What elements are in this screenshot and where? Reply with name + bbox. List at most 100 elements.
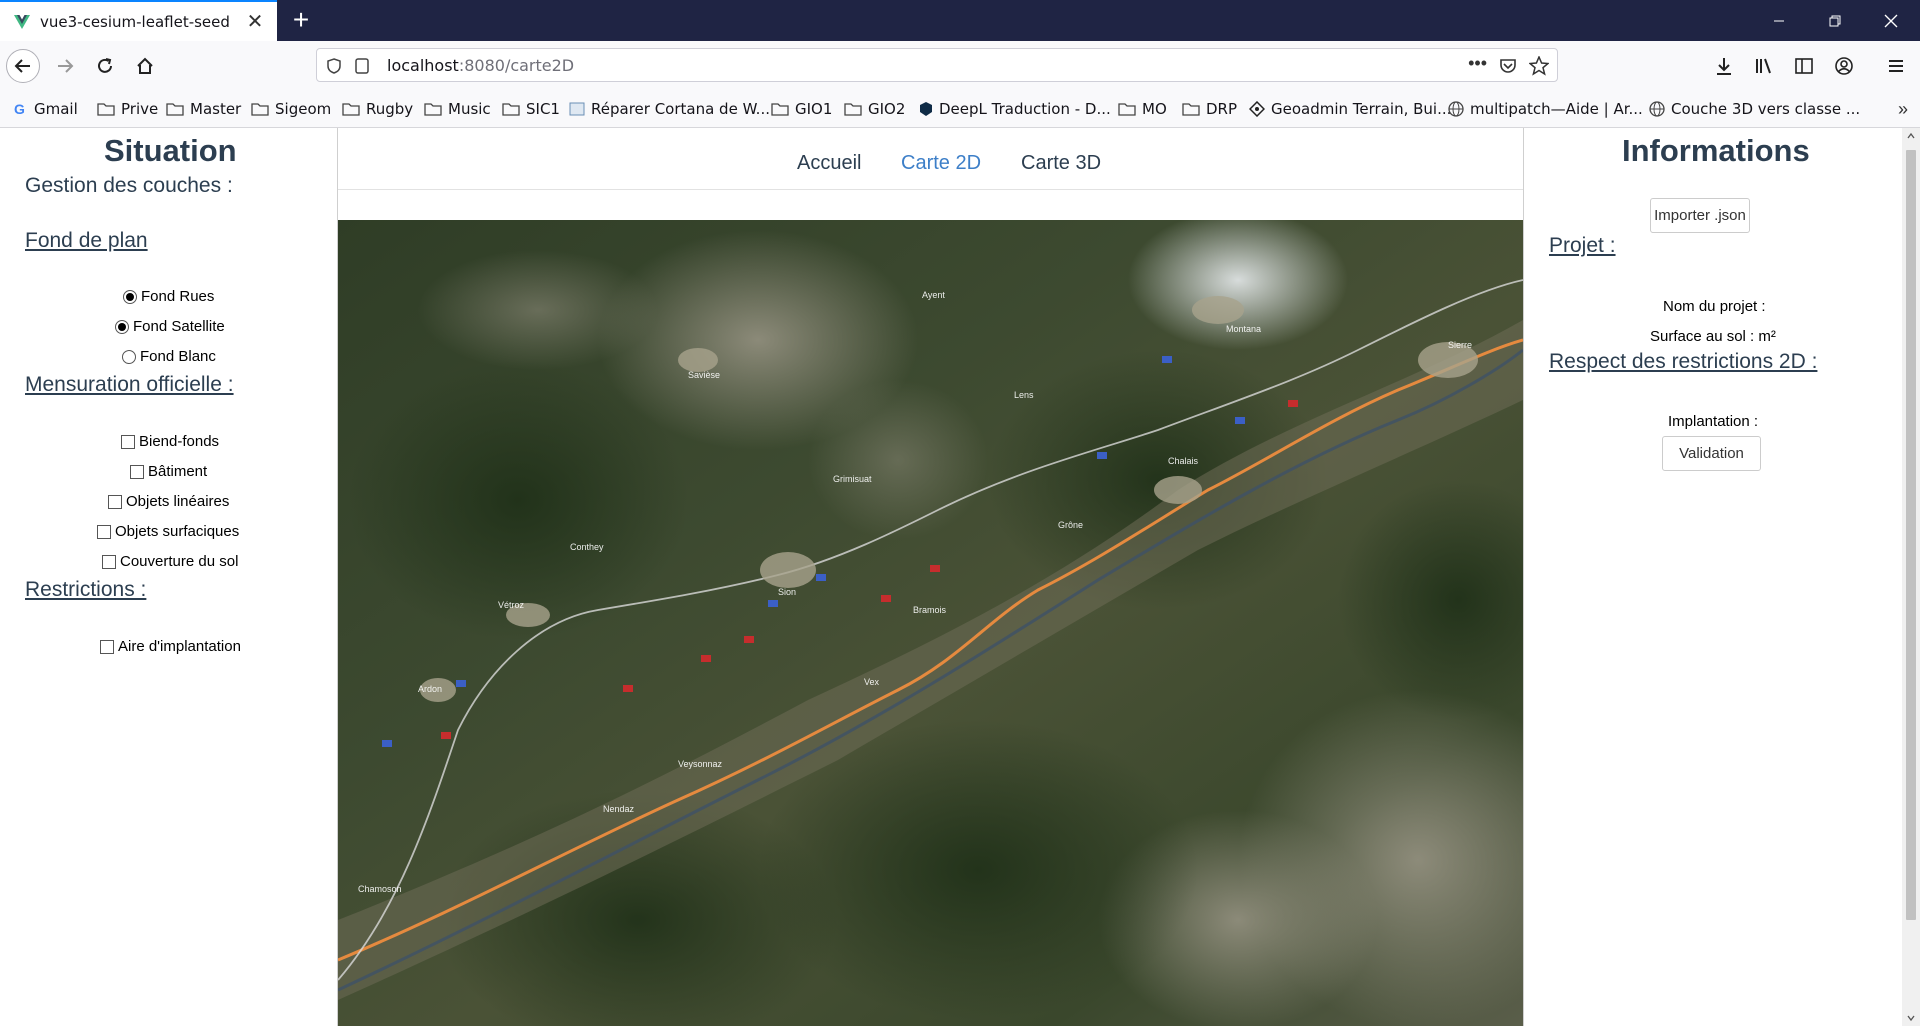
menu-icon[interactable] — [1886, 56, 1906, 76]
folder-icon — [1182, 102, 1200, 116]
close-window-icon[interactable] — [1863, 0, 1919, 41]
bookmark-item[interactable]: Master — [166, 90, 241, 128]
reload-icon — [98, 58, 112, 73]
new-tab-button[interactable]: + — [286, 6, 316, 36]
app-page: Situation Gestion des couches : Fond de … — [0, 128, 1920, 1026]
layer-checkbox-objets-lineaires[interactable] — [108, 494, 122, 509]
scrollbar-thumb[interactable] — [1906, 150, 1916, 920]
import-json-button[interactable]: Importer .json — [1650, 198, 1750, 233]
svg-text:G: G — [14, 102, 25, 116]
forward-button[interactable] — [48, 49, 82, 83]
bookmark-item[interactable]: GIO2 — [844, 90, 905, 128]
layer-checkbox-biens-fonds[interactable] — [121, 434, 135, 449]
layer-batiment[interactable]: Bâtiment — [130, 463, 207, 480]
validation-button[interactable]: Validation — [1662, 436, 1761, 471]
layer-checkbox-objets-surfaciques[interactable] — [97, 524, 111, 539]
sidebar-icon[interactable] — [1794, 56, 1814, 76]
layer-biens-fonds[interactable]: Biend-fonds — [121, 433, 219, 450]
layer-label-aire-implantation: Aire d'implantation — [118, 638, 241, 655]
library-icon[interactable] — [1754, 56, 1774, 76]
bookmark-item[interactable]: G Gmail — [14, 90, 78, 128]
basemap-radio-blanc[interactable] — [122, 349, 136, 364]
arrow-left-icon — [14, 59, 30, 73]
satellite-map[interactable]: Sion Vétroz Ardon Grimisuat Grône Chalai… — [338, 220, 1523, 1026]
browser-tab[interactable]: vue3-cesium-leaflet-seed ✕ — [0, 0, 277, 41]
scroll-up-icon[interactable] — [1907, 132, 1915, 140]
bookmark-item[interactable]: Sigeom — [251, 90, 331, 128]
vue-logo-icon — [14, 14, 30, 29]
informations-title: Informations — [1622, 133, 1810, 168]
layer-label-batiment: Bâtiment — [148, 463, 208, 480]
folder-icon — [166, 102, 184, 116]
download-icon[interactable] — [1714, 56, 1734, 76]
minimize-icon[interactable] — [1751, 0, 1807, 41]
bookmark-label: MO — [1142, 100, 1167, 118]
layer-checkbox-batiment[interactable] — [130, 464, 144, 479]
folder-icon — [844, 102, 862, 116]
bookmark-item[interactable]: Réparer Cortana de W... — [569, 90, 770, 128]
restrictions-2d-heading: Respect des restrictions 2D : — [1549, 350, 1818, 373]
satellite-map-image[interactable]: Sion Vétroz Ardon Grimisuat Grône Chalai… — [338, 220, 1523, 1026]
layers-subtitle: Gestion des couches : — [25, 174, 233, 197]
bookmark-item[interactable]: Music — [424, 90, 491, 128]
layer-checkbox-couverture-sol[interactable] — [102, 554, 116, 569]
back-button[interactable] — [6, 49, 40, 83]
star-icon[interactable] — [1529, 56, 1549, 76]
situation-title: Situation — [104, 133, 237, 168]
nav-link-accueil[interactable]: Accueil — [797, 152, 861, 175]
layer-label-objets-lineaires: Objets linéaires — [126, 493, 230, 510]
bookmark-label: DeepL Traduction - D... — [939, 100, 1111, 118]
map-label-saviese: Savièse — [688, 370, 720, 380]
bookmarks-overflow-icon[interactable]: » — [1898, 99, 1908, 120]
bookmark-item[interactable]: SIC1 — [502, 90, 560, 128]
nav-link-carte-3d[interactable]: Carte 3D — [1021, 152, 1101, 175]
layer-couverture-sol[interactable]: Couverture du sol — [102, 553, 238, 570]
bookmark-label: Couche 3D vers classe ... — [1671, 100, 1861, 118]
layer-objets-surfaciques[interactable]: Objets surfaciques — [97, 523, 239, 540]
shield-icon[interactable] — [327, 58, 341, 74]
scroll-down-icon[interactable] — [1907, 1014, 1915, 1022]
bookmark-item[interactable]: Couche 3D vers classe ... — [1649, 90, 1860, 128]
map-label-chamoson: Chamoson — [358, 884, 402, 894]
bookmark-item[interactable]: GIO1 — [771, 90, 832, 128]
bookmark-item[interactable]: MO — [1118, 90, 1167, 128]
bookmark-item[interactable]: Geoadmin Terrain, Bui... — [1249, 90, 1451, 128]
map-label-montana: Montana — [1226, 324, 1261, 334]
basemap-radio-satellite[interactable] — [115, 319, 129, 334]
layer-objets-lineaires[interactable]: Objets linéaires — [108, 493, 229, 510]
account-icon[interactable] — [1834, 56, 1854, 76]
url-host: localhost — [387, 55, 459, 75]
pocket-icon[interactable] — [1499, 57, 1517, 75]
basemap-option-rues[interactable]: Fond Rues — [123, 288, 214, 305]
restore-icon[interactable] — [1807, 0, 1863, 41]
browser-navbar: localhost:8080/carte2D ••• — [0, 41, 1920, 90]
bookmarks-toolbar: » G Gmail Prive Master Sigeom Rugby Music SIC1 R… — [0, 90, 1920, 128]
folder-icon — [424, 102, 442, 116]
close-tab-icon[interactable]: ✕ — [241, 8, 269, 36]
map-label-ardon: Ardon — [418, 684, 442, 694]
home-button[interactable] — [128, 49, 162, 83]
layer-checkbox-aire-implantation[interactable] — [100, 639, 114, 654]
page-info-icon[interactable] — [355, 58, 369, 74]
basemap-label-blanc: Fond Blanc — [140, 348, 216, 365]
page-scrollbar[interactable] — [1902, 128, 1920, 1026]
bookmark-item[interactable]: Prive — [97, 90, 158, 128]
bookmark-item[interactable]: Rugby — [342, 90, 413, 128]
bookmark-label: Sigeom — [275, 100, 332, 118]
bookmark-item[interactable]: DeepL Traduction - D... — [919, 90, 1111, 128]
more-actions-icon[interactable]: ••• — [1468, 53, 1487, 74]
map-label-nendaz: Nendaz — [603, 804, 635, 814]
basemap-option-satellite[interactable]: Fond Satellite — [115, 318, 225, 335]
basemap-option-blanc[interactable]: Fond Blanc — [122, 348, 216, 365]
map-label-lens: Lens — [1014, 390, 1034, 400]
project-heading: Projet : — [1549, 234, 1616, 257]
basemap-radio-rues[interactable] — [123, 289, 137, 304]
reload-button[interactable] — [88, 49, 122, 83]
url-bar[interactable]: localhost:8080/carte2D ••• — [316, 48, 1558, 82]
bookmark-item[interactable]: multipatch—Aide | Ar... — [1448, 90, 1643, 128]
url-path: :8080/carte2D — [458, 55, 575, 75]
layer-aire-implantation[interactable]: Aire d'implantation — [100, 638, 241, 655]
nav-link-carte-2d[interactable]: Carte 2D — [901, 152, 981, 175]
bookmark-item[interactable]: DRP — [1182, 90, 1237, 128]
basemap-heading: Fond de plan — [25, 229, 148, 252]
